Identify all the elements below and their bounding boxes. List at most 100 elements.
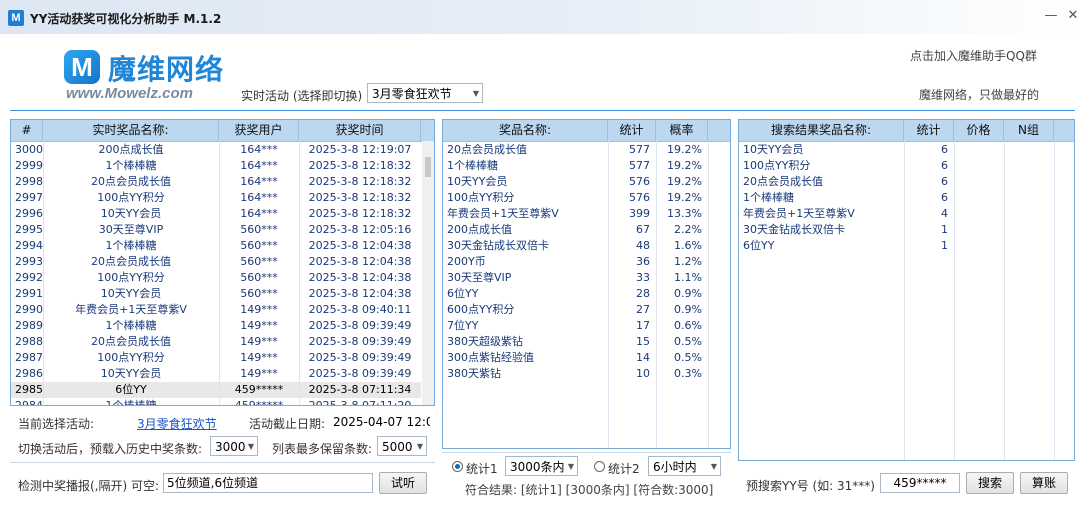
table-row[interactable]: 30天金钻成长双倍卡 1 (739, 222, 1054, 238)
column-header-id[interactable]: # (11, 120, 43, 141)
stat1-radio[interactable] (452, 461, 463, 472)
table-row[interactable]: 1个棒棒糖 6 (739, 190, 1054, 206)
table-row[interactable]: 10天YY会员 6 (739, 142, 1054, 158)
row-id: 2990 (15, 303, 43, 316)
table-row[interactable]: 6位YY 1 (739, 238, 1054, 254)
row-id: 2985 (15, 383, 43, 396)
column-header-group[interactable]: N组 (1004, 120, 1054, 141)
search-result-table[interactable]: 搜索结果奖品名称: 统计 价格 N组 10天YY会员 6 100点YY积分 6 20点会… (738, 119, 1075, 461)
table-row[interactable]: 30天至尊VIP 33 1.1% (443, 270, 708, 286)
minimize-button[interactable]: — (1040, 7, 1062, 25)
chevron-down-icon: ▼ (710, 462, 717, 471)
search-button[interactable]: 搜索 (966, 472, 1014, 494)
prize-stats-table[interactable]: 奖品名称: 统计 概率 20点会员成长值 577 19.2% 1个棒棒糖 577 19.2… (442, 119, 731, 449)
stat2-radio[interactable] (594, 461, 605, 472)
column-header-time[interactable]: 获奖时间 (299, 120, 421, 141)
row-user: 164*** (240, 191, 278, 204)
table-row[interactable]: 2984 1个棒棒糖 459***** 2025-3-8 07:11:20 (11, 398, 421, 405)
divider (10, 462, 435, 463)
table-row[interactable]: 100点YY积分 576 19.2% (443, 190, 708, 206)
row-count: 1 (941, 223, 948, 236)
table-row[interactable]: 380天紫钻 10 0.3% (443, 366, 708, 382)
table-row[interactable]: 2992 100点YY积分 560*** 2025-3-8 12:04:38 (11, 270, 421, 286)
stat1-label[interactable]: 统计1 (466, 460, 498, 477)
table-row[interactable]: 1个棒棒糖 577 19.2% (443, 158, 708, 174)
table-row[interactable]: 6位YY 28 0.9% (443, 286, 708, 302)
table-row[interactable]: 2996 10天YY会员 164*** 2025-3-8 12:18:32 (11, 206, 421, 222)
table-row[interactable]: 380天超级紫钻 15 0.5% (443, 334, 708, 350)
row-prize: 30天至尊VIP (98, 223, 164, 236)
row-prize: 20点会员成长值 (91, 335, 171, 348)
column-header-count[interactable]: 统计 (904, 120, 954, 141)
row-prize-name: 200点成长值 (447, 223, 512, 236)
table-row[interactable]: 2989 1个棒棒糖 149*** 2025-3-8 09:39:49 (11, 318, 421, 334)
row-time: 2025-3-8 12:18:32 (308, 191, 412, 204)
row-user: 149*** (240, 335, 278, 348)
table-row[interactable]: 2991 10天YY会员 560*** 2025-3-8 12:04:38 (11, 286, 421, 302)
table-row[interactable]: 2995 30天至尊VIP 560*** 2025-3-8 12:05:16 (11, 222, 421, 238)
column-header-price[interactable]: 价格 (954, 120, 1004, 141)
table-row[interactable]: 200点成长值 67 2.2% (443, 222, 708, 238)
activity-select[interactable]: 3月零食狂欢节 ▼ (367, 83, 483, 103)
table-row[interactable]: 年费会员+1天至尊紫V 4 (739, 206, 1054, 222)
table-row[interactable]: 2994 1个棒棒糖 560*** 2025-3-8 12:04:38 (11, 238, 421, 254)
keep-select[interactable]: 5000 ▼ (377, 436, 427, 456)
column-header-rate[interactable]: 概率 (656, 120, 708, 141)
table-row[interactable]: 2987 100点YY积分 149*** 2025-3-8 09:39:49 (11, 350, 421, 366)
table-row[interactable]: 20点会员成长值 6 (739, 174, 1054, 190)
table-row[interactable]: 2986 10天YY会员 149*** 2025-3-8 09:39:49 (11, 366, 421, 382)
table-row[interactable]: 2993 20点会员成长值 560*** 2025-3-8 12:04:38 (11, 254, 421, 270)
row-count: 4 (941, 207, 948, 220)
detect-input[interactable]: 5位频道,6位频道 (163, 473, 373, 493)
row-prize-name: 600点YY积分 (447, 303, 515, 316)
table-row[interactable]: 200Y币 36 1.2% (443, 254, 708, 270)
logo-text: 魔维网络 (108, 53, 225, 86)
stat1-select[interactable]: 3000条内 ▼ (505, 456, 578, 476)
calc-button[interactable]: 算账 (1020, 472, 1068, 494)
preload-select[interactable]: 3000 ▼ (210, 436, 258, 456)
table-row[interactable]: 2998 20点会员成长值 164*** 2025-3-8 12:18:32 (11, 174, 421, 190)
table-row[interactable]: 20点会员成长值 577 19.2% (443, 142, 708, 158)
slogan: 魔维网络，只做最好的 (919, 88, 1040, 102)
table-row[interactable]: 2988 20点会员成长值 149*** 2025-3-8 09:39:49 (11, 334, 421, 350)
row-user: 560*** (240, 239, 278, 252)
stat2-select[interactable]: 6小时内 ▼ (648, 456, 721, 476)
table-row[interactable]: 7位YY 17 0.6% (443, 318, 708, 334)
column-header-count[interactable]: 统计 (608, 120, 656, 141)
row-rate: 19.2% (667, 191, 702, 204)
table-row[interactable]: 年费会员+1天至尊紫V 399 13.3% (443, 206, 708, 222)
table-row[interactable]: 2985 6位YY 459***** 2025-3-8 07:11:34 (11, 382, 421, 398)
row-time: 2025-3-8 12:04:38 (308, 287, 412, 300)
row-count: 6 (941, 159, 948, 172)
table-row[interactable]: 600点YY积分 27 0.9% (443, 302, 708, 318)
listen-button[interactable]: 试听 (379, 472, 427, 494)
table-row[interactable]: 2990 年费会员+1天至尊紫V 149*** 2025-3-8 09:40:11 (11, 302, 421, 318)
table-header: # 实时奖品名称: 获奖用户 获奖时间 (11, 120, 434, 142)
column-header-user[interactable]: 获奖用户 (219, 120, 299, 141)
current-activity-link[interactable]: 3月零食狂欢节 (137, 415, 217, 432)
row-id: 2988 (15, 335, 43, 348)
search-input[interactable]: 459***** (880, 473, 960, 493)
chevron-down-icon: ▼ (416, 442, 423, 451)
table-row[interactable]: 2999 1个棒棒糖 164*** 2025-3-8 12:18:32 (11, 158, 421, 174)
stat2-label[interactable]: 统计2 (608, 460, 640, 477)
table-row[interactable]: 300点紫钻经验值 14 0.5% (443, 350, 708, 366)
column-header-prize-name[interactable]: 奖品名称: (443, 120, 608, 141)
scrollbar[interactable] (422, 141, 434, 405)
join-qq-link[interactable]: 点击加入魔维助手QQ群 (910, 47, 1037, 64)
row-prize-name: 380天超级紫钻 (447, 335, 523, 348)
table-row[interactable]: 30天金钻成长双倍卡 48 1.6% (443, 238, 708, 254)
realtime-prize-table[interactable]: # 实时奖品名称: 获奖用户 获奖时间 3000 200点成长值 164*** 202… (10, 119, 435, 406)
table-row[interactable]: 2997 100点YY积分 164*** 2025-3-8 12:18:32 (11, 190, 421, 206)
table-row[interactable]: 3000 200点成长值 164*** 2025-3-8 12:19:07 (11, 142, 421, 158)
scrollbar-thumb[interactable] (425, 157, 431, 177)
column-header-result-name[interactable]: 搜索结果奖品名称: (739, 120, 904, 141)
row-count: 1 (941, 239, 948, 252)
table-row[interactable]: 100点YY积分 6 (739, 158, 1054, 174)
chevron-down-icon: ▼ (567, 462, 574, 471)
row-time: 2025-3-8 12:04:38 (308, 239, 412, 252)
row-user: 459***** (234, 383, 284, 396)
table-row[interactable]: 10天YY会员 576 19.2% (443, 174, 708, 190)
column-header-prize[interactable]: 实时奖品名称: (43, 120, 219, 141)
close-button[interactable]: ✕ (1062, 7, 1084, 25)
